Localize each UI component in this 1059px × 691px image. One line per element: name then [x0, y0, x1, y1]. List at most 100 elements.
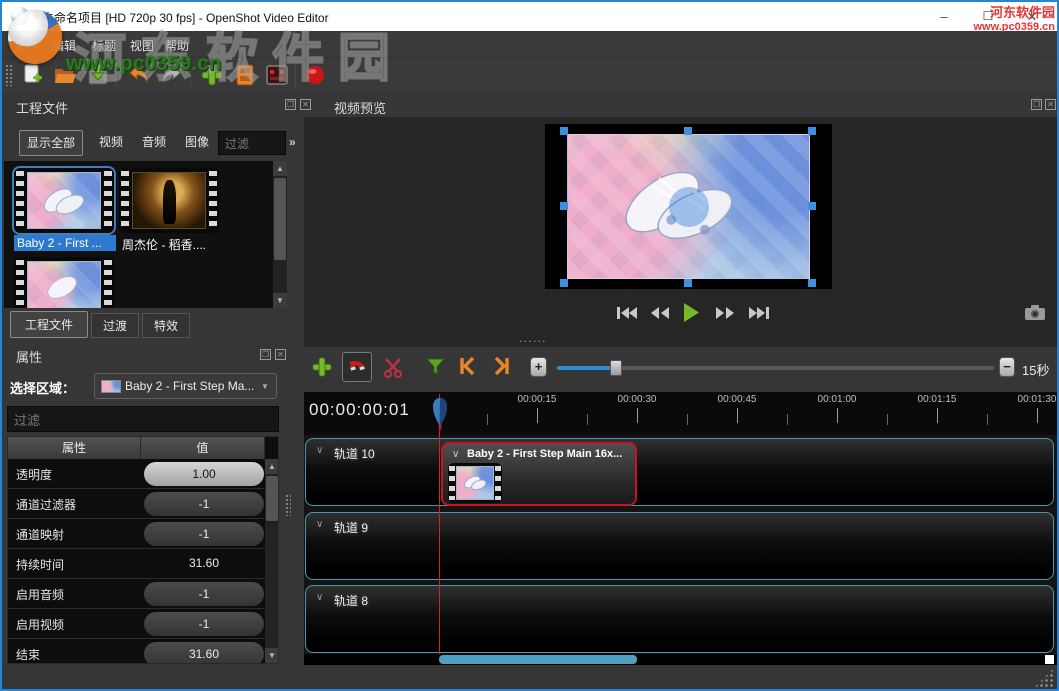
chevron-down-icon[interactable]: ∨: [316, 519, 323, 530]
rewind-icon[interactable]: [649, 305, 671, 321]
file-thumbnail-partial[interactable]: [14, 257, 114, 308]
open-project-icon[interactable]: [53, 63, 77, 87]
add-track-icon[interactable]: [311, 356, 333, 378]
table-row[interactable]: 通道映射 -1: [8, 519, 278, 549]
column-header-value[interactable]: 值: [141, 437, 265, 459]
float-panel-icon[interactable]: ❐: [260, 349, 271, 360]
files-scrollbar[interactable]: ▲ ▼: [273, 161, 287, 308]
menu-edit[interactable]: 编辑: [52, 37, 76, 54]
scrollbar-thumb[interactable]: [274, 178, 286, 260]
transform-handle[interactable]: [808, 127, 816, 135]
table-scrollbar[interactable]: ▲ ▼: [265, 459, 279, 663]
track-10[interactable]: ∨ 轨道 10 ∨ Baby 2 - First Step Main 16x..…: [305, 438, 1054, 506]
save-project-icon[interactable]: [86, 63, 110, 87]
filter-tab-image[interactable]: 图像: [177, 130, 217, 156]
jump-to-end-icon[interactable]: [748, 305, 770, 321]
column-header-property[interactable]: 属性: [8, 437, 141, 459]
scroll-up-icon[interactable]: ▲: [273, 161, 287, 176]
menu-title[interactable]: 标题: [92, 37, 116, 54]
transform-handle[interactable]: [684, 127, 692, 135]
value-pill[interactable]: -1: [144, 612, 264, 636]
camera-snapshot-icon[interactable]: [1024, 304, 1046, 321]
playhead-line[interactable]: [439, 394, 440, 655]
value-pill[interactable]: 31.60: [144, 642, 264, 664]
menu-file[interactable]: 文件: [14, 37, 38, 54]
filter-tab-audio[interactable]: 音频: [134, 130, 174, 156]
transform-handle[interactable]: [684, 279, 692, 287]
transform-handle[interactable]: [808, 202, 816, 210]
export-video-icon[interactable]: [303, 63, 327, 87]
files-filter-input[interactable]: 过滤: [218, 131, 286, 155]
toolbar-drag-handle[interactable]: [5, 64, 12, 86]
jump-to-start-icon[interactable]: [616, 305, 638, 321]
value-pill[interactable]: -1: [144, 582, 264, 606]
table-row[interactable]: 持续时间 31.60: [8, 549, 278, 579]
track-8[interactable]: ∨ 轨道 8: [305, 585, 1054, 653]
snapping-toggle-button[interactable]: [342, 352, 372, 382]
close-panel-icon[interactable]: ✕: [1045, 99, 1056, 110]
scrollbar-end-button[interactable]: [1045, 655, 1054, 664]
track-9[interactable]: ∨ 轨道 9: [305, 512, 1054, 580]
zoom-slider-handle[interactable]: [610, 360, 622, 376]
choose-profile-icon[interactable]: [233, 63, 257, 87]
timeline-tracks-area[interactable]: ∨ 轨道 10 ∨ Baby 2 - First Step Main 16x..…: [304, 435, 1057, 665]
filter-tab-video[interactable]: 视频: [91, 130, 131, 156]
file-label-baby2[interactable]: Baby 2 - First ...: [14, 235, 116, 251]
scroll-down-icon[interactable]: ▼: [265, 648, 279, 663]
chevron-down-icon[interactable]: ∨: [316, 445, 323, 456]
tab-project-files[interactable]: 工程文件: [10, 311, 88, 338]
transform-handle[interactable]: [560, 279, 568, 287]
play-icon[interactable]: [682, 302, 700, 323]
chevron-down-icon[interactable]: ∨: [316, 592, 323, 603]
value-pill-selected[interactable]: 1.00: [144, 462, 264, 486]
filter-tab-show-all[interactable]: 显示全部: [19, 130, 83, 156]
value-pill[interactable]: -1: [144, 522, 264, 546]
undo-icon[interactable]: [126, 63, 150, 87]
properties-filter-input[interactable]: 过滤: [7, 406, 279, 432]
maximize-button[interactable]: ☐: [971, 2, 1005, 31]
redo-icon[interactable]: [160, 63, 184, 87]
timeline-horizontal-scrollbar[interactable]: [304, 654, 1057, 665]
previous-marker-icon[interactable]: [457, 356, 477, 376]
menu-view[interactable]: 视图: [130, 37, 154, 54]
chevron-down-icon[interactable]: ∨: [452, 449, 459, 460]
float-panel-icon[interactable]: ❐: [285, 99, 296, 110]
selection-dropdown[interactable]: Baby 2 - First Step Ma... ▼: [94, 373, 277, 399]
next-marker-icon[interactable]: [492, 356, 512, 376]
zoom-in-button[interactable]: +: [530, 357, 547, 377]
table-row[interactable]: 启用视频 -1: [8, 609, 278, 639]
add-marker-icon[interactable]: [426, 358, 445, 375]
zoom-out-button[interactable]: −: [999, 357, 1015, 377]
razor-scissors-icon[interactable]: [382, 356, 404, 378]
transform-handle[interactable]: [560, 202, 568, 210]
playhead-marker-icon[interactable]: [432, 398, 448, 432]
preview-timeline-splitter[interactable]: ......: [519, 330, 547, 345]
tab-effects[interactable]: 特效: [142, 313, 190, 338]
transform-center-handle[interactable]: [669, 187, 709, 227]
scrollbar-thumb[interactable]: [439, 655, 637, 664]
close-button[interactable]: ✕: [1015, 2, 1049, 31]
close-panel-icon[interactable]: ✕: [300, 99, 311, 110]
value-pill[interactable]: -1: [144, 492, 264, 516]
title-editor-icon[interactable]: [265, 63, 289, 87]
close-panel-icon[interactable]: ✕: [275, 349, 286, 360]
float-panel-icon[interactable]: ❐: [1031, 99, 1042, 110]
transform-handle[interactable]: [808, 279, 816, 287]
table-row[interactable]: 通道过滤器 -1: [8, 489, 278, 519]
scroll-down-icon[interactable]: ▼: [273, 293, 287, 308]
file-label-daoxiang[interactable]: 周杰伦 - 稻香....: [119, 235, 221, 251]
menu-help[interactable]: 帮助: [165, 37, 189, 54]
table-row[interactable]: 启用音频 -1: [8, 579, 278, 609]
file-thumbnail-daoxiang[interactable]: [119, 168, 219, 233]
timeline-ruler[interactable]: 00:00:00:01 00:00:15 00:00:30 00:00:45 0…: [304, 392, 1057, 435]
new-project-icon[interactable]: [20, 63, 44, 87]
scrollbar-thumb[interactable]: [266, 476, 278, 521]
fast-forward-icon[interactable]: [714, 305, 736, 321]
toolbar-overflow-icon[interactable]: »: [289, 135, 296, 149]
scroll-up-icon[interactable]: ▲: [265, 459, 279, 474]
tab-transitions[interactable]: 过渡: [91, 313, 139, 338]
zoom-slider-track[interactable]: [557, 366, 994, 370]
table-row[interactable]: 结束 31.60: [8, 639, 278, 664]
transform-handle[interactable]: [560, 127, 568, 135]
file-thumbnail-baby2[interactable]: [14, 168, 114, 233]
